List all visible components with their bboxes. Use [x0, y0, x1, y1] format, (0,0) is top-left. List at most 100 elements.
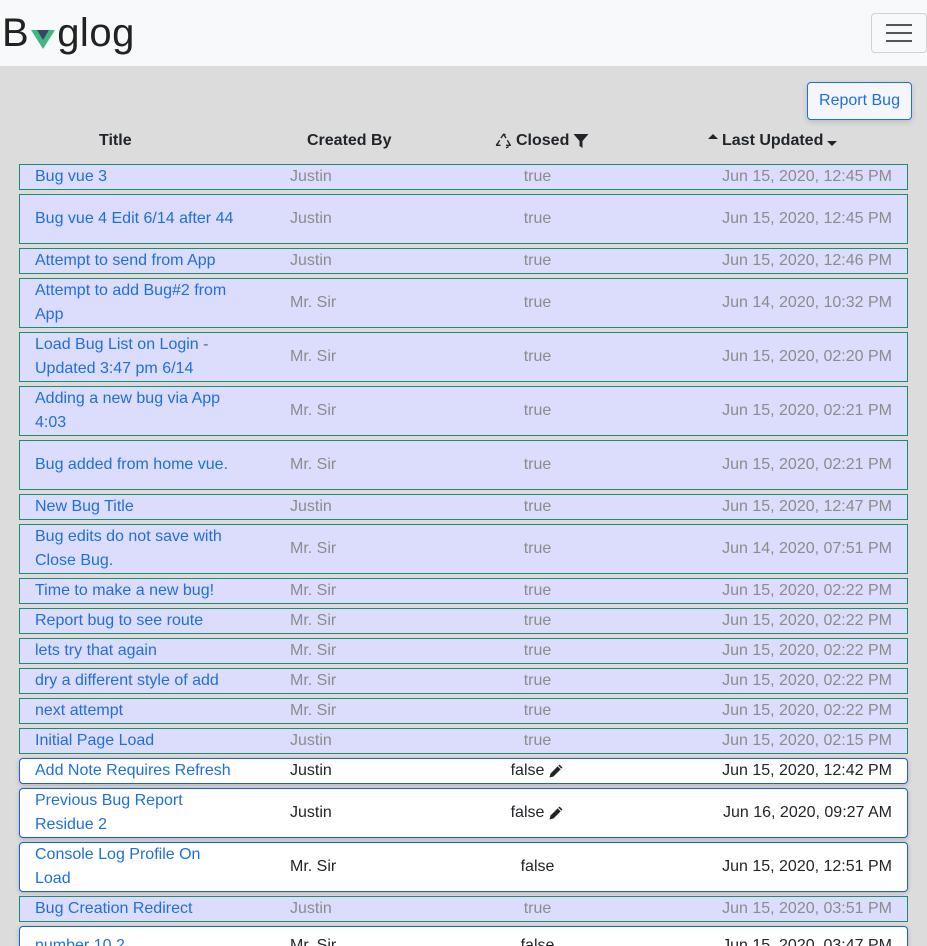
table-row[interactable]: Attempt to add Bug#2 from App Mr. Sir true…: [19, 278, 908, 328]
bug-title-link[interactable]: New Bug Title: [35, 495, 240, 519]
bug-title-link[interactable]: Adding a new bug via App 4:03: [35, 387, 240, 435]
closed-value: true: [523, 348, 552, 365]
bug-title-link[interactable]: Report bug to see route: [35, 609, 240, 633]
table-row[interactable]: Attempt to send from App Justin true Jun 15…: [19, 248, 908, 274]
created-by-cell: Mr. Sir: [290, 294, 337, 311]
bug-title-link[interactable]: Time to make a new bug!: [35, 579, 240, 603]
recycle-icon[interactable]: [495, 133, 512, 150]
closed-cell: false: [460, 927, 615, 946]
created-by-cell: Mr. Sir: [290, 642, 337, 659]
closed-cell: true: [460, 897, 615, 921]
hamburger-icon-line: [886, 24, 912, 26]
header-created-by: Created By: [307, 132, 392, 149]
last-updated-cell: Jun 15, 2020, 12:51 PM: [722, 858, 892, 875]
bug-title-link[interactable]: Bug Creation Redirect: [35, 897, 240, 921]
bug-title-link[interactable]: Attempt to send from App: [35, 249, 240, 273]
created-by-cell: Justin: [290, 498, 332, 515]
report-bug-button[interactable]: Report Bug: [807, 82, 912, 120]
created-by-cell: Justin: [290, 804, 332, 821]
table-row[interactable]: Add Note Requires Refresh Justin false Jun …: [19, 758, 908, 784]
header-last-updated[interactable]: Last Updated: [708, 132, 838, 150]
created-by-cell: Mr. Sir: [290, 612, 337, 629]
table-row[interactable]: number 10.2 Mr. Sir false Jun 15, 2020, 03:…: [19, 926, 908, 946]
table-row[interactable]: Report bug to see route Mr. Sir true Jun 15…: [19, 608, 908, 634]
brand-logo[interactable]: B glog: [2, 4, 135, 62]
table-row[interactable]: Initial Page Load Justin true Jun 15, 2020,…: [19, 728, 908, 754]
last-updated-cell: Jun 15, 2020, 02:22 PM: [722, 612, 892, 629]
header-title: Title: [99, 132, 132, 149]
closed-value: false: [520, 858, 555, 875]
bug-title-link[interactable]: Load Bug List on Login - Updated 3:47 pm…: [35, 333, 240, 381]
table-row[interactable]: next attempt Mr. Sir true Jun 15, 2020, 02:…: [19, 698, 908, 724]
table-row[interactable]: Bug Creation Redirect Justin true Jun 15, 2…: [19, 896, 908, 922]
bug-title-link[interactable]: Initial Page Load: [35, 729, 240, 753]
created-by-cell: Justin: [290, 762, 332, 779]
bug-title-link[interactable]: dry a different style of add: [35, 669, 240, 693]
created-by-cell: Mr. Sir: [290, 402, 337, 419]
bug-title-link[interactable]: Bug vue 4 Edit 6/14 after 44: [35, 195, 240, 243]
closed-cell: false: [460, 759, 615, 783]
last-updated-cell: Jun 15, 2020, 12:46 PM: [722, 252, 892, 269]
created-by-cell: Mr. Sir: [290, 582, 337, 599]
bug-title-link[interactable]: number 10.2: [35, 927, 240, 946]
bug-title-link[interactable]: lets try that again: [35, 639, 240, 663]
closed-cell: true: [460, 669, 615, 693]
table-row[interactable]: Adding a new bug via App 4:03 Mr. Sir true…: [19, 386, 908, 436]
table-row[interactable]: dry a different style of add Mr. Sir true J…: [19, 668, 908, 694]
closed-value: true: [523, 702, 552, 719]
last-updated-cell: Jun 15, 2020, 12:45 PM: [722, 210, 892, 227]
closed-value: false: [510, 804, 545, 821]
bug-title-link[interactable]: Previous Bug Report Residue 2: [35, 789, 240, 837]
menu-toggle-button[interactable]: [871, 13, 927, 53]
closed-cell: false: [460, 789, 615, 837]
closed-value: true: [523, 672, 552, 689]
last-updated-cell: Jun 15, 2020, 02:22 PM: [722, 672, 892, 689]
closed-value: true: [523, 210, 552, 227]
table-row[interactable]: Load Bug List on Login - Updated 3:47 pm…: [19, 332, 908, 382]
table-row[interactable]: Console Log Profile On Load Mr. Sir false J…: [19, 842, 908, 892]
bug-title-link[interactable]: next attempt: [35, 699, 240, 723]
table-row[interactable]: Time to make a new bug! Mr. Sir true Jun 15…: [19, 578, 908, 604]
sort-up-icon[interactable]: [708, 133, 718, 139]
bug-title-link[interactable]: Add Note Requires Refresh: [35, 759, 240, 783]
created-by-cell: Justin: [290, 210, 332, 227]
closed-cell: true: [460, 729, 615, 753]
brand-suffix: glog: [57, 10, 135, 55]
last-updated-cell: Jun 15, 2020, 02:21 PM: [722, 402, 892, 419]
closed-cell: true: [460, 579, 615, 603]
table-row[interactable]: Bug added from home vue. Mr. Sir true Jun 1…: [19, 440, 908, 490]
last-updated-cell: Jun 15, 2020, 02:15 PM: [722, 732, 892, 749]
sort-down-icon[interactable]: [827, 140, 838, 146]
closed-value: true: [523, 582, 552, 599]
created-by-cell: Mr. Sir: [290, 348, 337, 365]
closed-value: true: [523, 612, 552, 629]
table-row[interactable]: Bug vue 4 Edit 6/14 after 44 Justin true Ju…: [19, 194, 908, 244]
vue-logo-icon: [31, 30, 56, 49]
created-by-cell: Mr. Sir: [290, 702, 337, 719]
closed-cell: true: [460, 165, 615, 189]
closed-cell: true: [460, 495, 615, 519]
bug-title-link[interactable]: Bug edits do not save with Close Bug.: [35, 525, 240, 573]
pencil-icon[interactable]: [548, 763, 564, 779]
last-updated-cell: Jun 15, 2020, 02:22 PM: [722, 702, 892, 719]
bug-title-link[interactable]: Bug vue 3: [35, 165, 240, 189]
bug-title-link[interactable]: Bug added from home vue.: [35, 441, 240, 489]
table-header: Title Created By Closed Last Updated: [0, 126, 927, 156]
closed-cell: true: [460, 699, 615, 723]
filter-icon[interactable]: [573, 133, 589, 149]
pencil-icon[interactable]: [548, 805, 564, 821]
header-closed: Closed: [495, 132, 589, 150]
last-updated-cell: Jun 14, 2020, 10:32 PM: [722, 294, 892, 311]
created-by-cell: Justin: [290, 900, 332, 917]
bug-title-link[interactable]: Attempt to add Bug#2 from App: [35, 279, 240, 327]
last-updated-cell: Jun 15, 2020, 12:45 PM: [722, 168, 892, 185]
hamburger-icon-line: [886, 32, 912, 34]
table-row[interactable]: New Bug Title Justin true Jun 15, 2020, 12:…: [19, 494, 908, 520]
table-row[interactable]: Bug edits do not save with Close Bug. Mr.…: [19, 524, 908, 574]
table-row[interactable]: Bug vue 3 Justin true Jun 15, 2020, 12:45 P…: [19, 164, 908, 190]
closed-value: false: [520, 937, 555, 946]
table-row[interactable]: Previous Bug Report Residue 2 Justin false…: [19, 788, 908, 838]
closed-value: true: [523, 252, 552, 269]
bug-title-link[interactable]: Console Log Profile On Load: [35, 843, 240, 891]
table-row[interactable]: lets try that again Mr. Sir true Jun 15, 20…: [19, 638, 908, 664]
